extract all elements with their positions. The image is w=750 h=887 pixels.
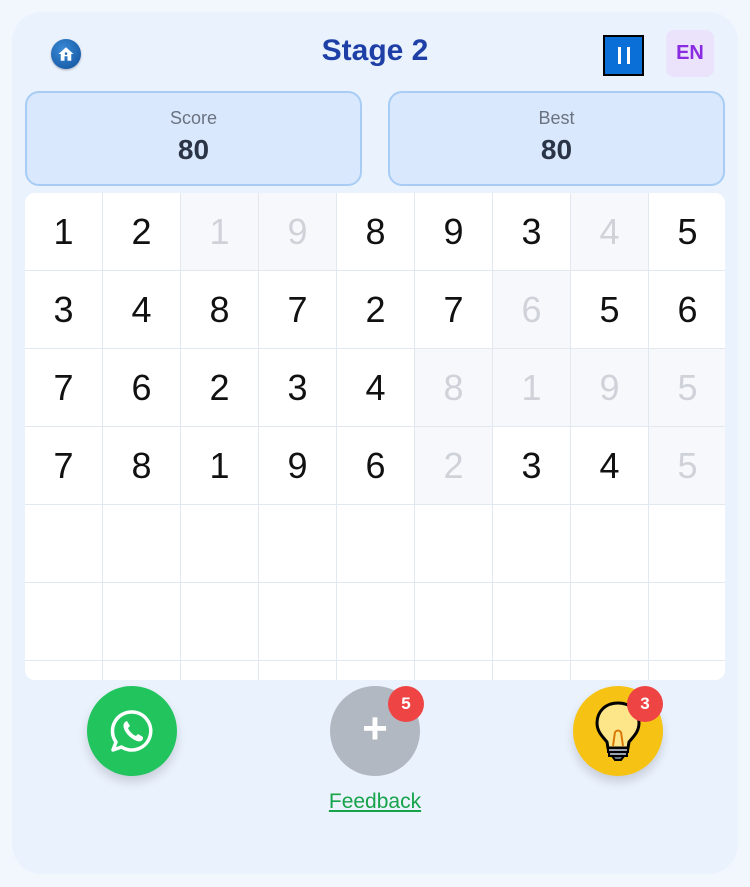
- grid-cell[interactable]: 1: [493, 349, 571, 427]
- grid-cell[interactable]: 9: [415, 193, 493, 271]
- grid-cell[interactable]: [259, 583, 337, 661]
- grid-cell[interactable]: 3: [25, 271, 103, 349]
- best-card: Best 80: [388, 91, 725, 186]
- grid-cell[interactable]: 2: [103, 193, 181, 271]
- grid-cell[interactable]: [649, 661, 725, 680]
- grid-cell[interactable]: 1: [181, 193, 259, 271]
- grid-cell[interactable]: 9: [259, 193, 337, 271]
- number-grid: 121989345348727656762348195781962345: [25, 193, 725, 680]
- grid-cell[interactable]: 8: [415, 349, 493, 427]
- grid-cell[interactable]: 5: [571, 271, 649, 349]
- grid-cell[interactable]: 1: [25, 193, 103, 271]
- grid-cell[interactable]: [415, 505, 493, 583]
- whatsapp-share-button[interactable]: [87, 686, 177, 776]
- grid-cell[interactable]: 2: [337, 271, 415, 349]
- grid-cell[interactable]: 5: [649, 427, 725, 505]
- best-label: Best: [538, 108, 575, 128]
- grid-cell[interactable]: [415, 661, 493, 680]
- grid-cell[interactable]: [571, 583, 649, 661]
- grid-cell[interactable]: [337, 583, 415, 661]
- grid-cell[interactable]: [571, 505, 649, 583]
- grid-cell[interactable]: [25, 505, 103, 583]
- best-value: 80: [540, 134, 573, 165]
- home-icon: [58, 47, 74, 61]
- grid-cell[interactable]: [337, 661, 415, 680]
- score-value: 80: [177, 134, 210, 165]
- score-label: Score: [169, 108, 218, 128]
- grid-cell[interactable]: 1: [181, 427, 259, 505]
- language-button[interactable]: EN: [666, 30, 714, 77]
- grid-cell[interactable]: [103, 505, 181, 583]
- grid-cell[interactable]: 3: [493, 427, 571, 505]
- grid-cell[interactable]: 4: [103, 271, 181, 349]
- home-button[interactable]: [51, 39, 81, 69]
- grid-cell[interactable]: [493, 583, 571, 661]
- grid-cell[interactable]: 6: [649, 271, 725, 349]
- score-card: Score 80: [25, 91, 362, 186]
- grid-cell[interactable]: 3: [259, 349, 337, 427]
- grid-cell[interactable]: [259, 661, 337, 680]
- grid-cell[interactable]: [415, 583, 493, 661]
- grid-cell[interactable]: [571, 661, 649, 680]
- grid-cell[interactable]: 8: [337, 193, 415, 271]
- grid-cell[interactable]: [493, 661, 571, 680]
- grid-cell[interactable]: 4: [571, 193, 649, 271]
- grid-cell[interactable]: 6: [493, 271, 571, 349]
- grid-cell[interactable]: [337, 505, 415, 583]
- grid-cell[interactable]: [493, 505, 571, 583]
- plus-icon: +: [362, 704, 388, 753]
- game-container: Stage 2 EN Score 80 Best 80 121989345348…: [12, 12, 738, 874]
- grid-cell[interactable]: 5: [649, 349, 725, 427]
- grid-cell[interactable]: 4: [337, 349, 415, 427]
- grid-cell[interactable]: 7: [25, 427, 103, 505]
- header: Stage 2 EN: [12, 12, 738, 92]
- grid-cell[interactable]: 7: [415, 271, 493, 349]
- grid-cell[interactable]: [25, 583, 103, 661]
- grid-cell[interactable]: 8: [181, 271, 259, 349]
- grid-cell[interactable]: [649, 583, 725, 661]
- pause-button[interactable]: [603, 35, 644, 76]
- grid-cell[interactable]: 2: [415, 427, 493, 505]
- feedback-link[interactable]: Feedback: [12, 790, 738, 814]
- grid-cell[interactable]: 7: [259, 271, 337, 349]
- grid-cell[interactable]: 6: [337, 427, 415, 505]
- grid-cell[interactable]: 9: [571, 349, 649, 427]
- grid-cell[interactable]: 7: [25, 349, 103, 427]
- grid-cell[interactable]: [103, 661, 181, 680]
- grid-cell[interactable]: [259, 505, 337, 583]
- add-count-badge: 5: [388, 686, 424, 722]
- grid-cell[interactable]: [649, 505, 725, 583]
- grid-cell[interactable]: 9: [259, 427, 337, 505]
- grid-cell[interactable]: [181, 661, 259, 680]
- grid-cell[interactable]: 5: [649, 193, 725, 271]
- pause-icon: [615, 47, 633, 64]
- hint-count-badge: 3: [627, 686, 663, 722]
- whatsapp-icon: [110, 710, 153, 752]
- grid-cell[interactable]: 3: [493, 193, 571, 271]
- grid-cell[interactable]: 4: [571, 427, 649, 505]
- grid-cell[interactable]: 2: [181, 349, 259, 427]
- grid-cell[interactable]: 8: [103, 427, 181, 505]
- grid-cell[interactable]: [181, 505, 259, 583]
- grid-cell[interactable]: [103, 583, 181, 661]
- grid-cell[interactable]: 6: [103, 349, 181, 427]
- grid-cell[interactable]: [25, 661, 103, 680]
- grid-cell[interactable]: [181, 583, 259, 661]
